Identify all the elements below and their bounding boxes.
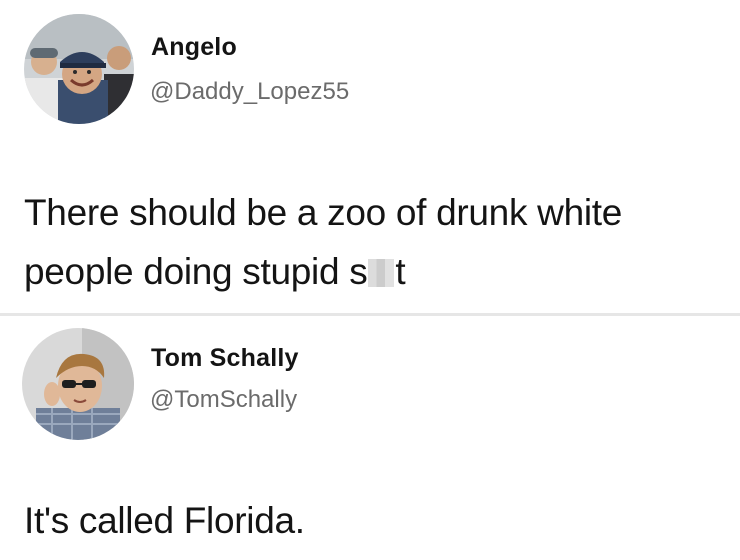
avatar[interactable]: [24, 14, 134, 124]
tweet-text-line: people doing stupid s t: [24, 242, 724, 301]
censor-blur: [368, 259, 395, 287]
user-handle[interactable]: @TomSchally: [150, 386, 297, 414]
group-photo-avatar-icon: [24, 14, 134, 124]
user-handle[interactable]: @Daddy_Lopez55: [150, 78, 349, 106]
tweet-text-fragment: t: [395, 251, 406, 292]
tweet-text-line: There should be a zoo of drunk white: [24, 192, 623, 233]
tweet-card[interactable]: Tom Schally @TomSchally It's called Flor…: [0, 316, 740, 560]
tweet-text: It's called Florida.: [24, 500, 305, 541]
tweet-text-fragment: people doing stupid s: [24, 251, 368, 292]
avatar[interactable]: [22, 328, 134, 440]
sunglasses-portrait-avatar-icon: [22, 328, 134, 440]
tweet-text: There should be a zoo of drunk white peo…: [24, 183, 724, 301]
display-name[interactable]: Tom Schally: [151, 344, 299, 373]
tweet-card[interactable]: Angelo @Daddy_Lopez55 There should be a …: [0, 0, 740, 314]
display-name[interactable]: Angelo: [151, 33, 237, 62]
